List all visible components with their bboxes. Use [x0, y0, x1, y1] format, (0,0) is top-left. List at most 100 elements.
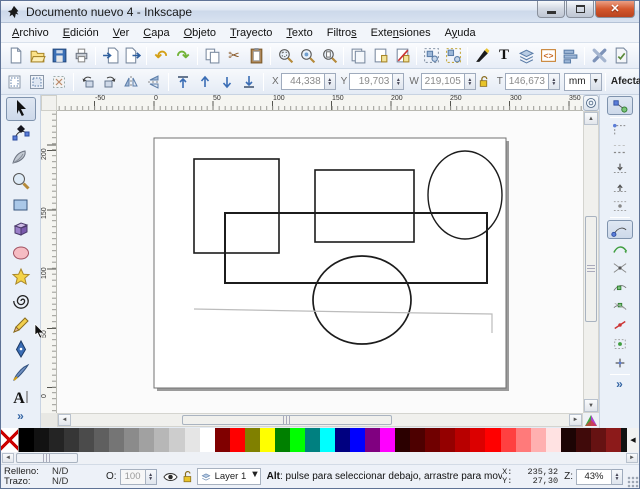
tool-zoom[interactable] — [6, 169, 36, 193]
text-dialog-button[interactable]: T — [493, 45, 515, 67]
snap-bbox-centers-button[interactable] — [607, 196, 633, 215]
flip-vertical-button[interactable] — [143, 71, 165, 93]
menu-item-texto[interactable]: Texto — [279, 24, 319, 42]
select-all-layers-button[interactable] — [26, 71, 48, 93]
snap-cusp-nodes-button[interactable] — [607, 277, 633, 296]
menu-item-edicion[interactable]: Edición — [56, 24, 106, 42]
palette-swatch-16[interactable] — [260, 428, 275, 452]
zoom-field[interactable]: 43% — [576, 469, 612, 485]
palette-swatch-20[interactable] — [320, 428, 335, 452]
y-field-spinner[interactable]: ▲▼ — [393, 73, 404, 90]
sticky-zoom-button[interactable] — [583, 95, 599, 111]
undo-button[interactable]: ↶ — [150, 45, 172, 67]
snap-bbox-corners-button[interactable] — [607, 158, 633, 177]
canvas-viewport[interactable] — [57, 111, 583, 413]
open-document-button[interactable] — [26, 45, 48, 67]
units-dropdown-arrow[interactable]: ▼ — [590, 74, 601, 90]
palette-swatch-19[interactable] — [305, 428, 320, 452]
tool-bezier-pen[interactable] — [6, 337, 36, 361]
snap-nodes-button[interactable] — [607, 220, 633, 239]
opacity-field[interactable]: 100 — [120, 469, 146, 485]
print-button[interactable] — [70, 45, 92, 67]
snap-enable-button[interactable] — [607, 96, 633, 115]
ruler-vertical[interactable]: 200150100500 — [41, 111, 57, 413]
menu-item-filtros[interactable]: Filtros — [320, 24, 364, 42]
snap-bbox-edge-midpoints-button[interactable] — [607, 177, 633, 196]
opacity-spinner[interactable]: ▲▼ — [146, 469, 157, 485]
w-field[interactable]: 219,105 — [421, 73, 465, 90]
maximize-button[interactable] — [566, 1, 594, 18]
resize-grip[interactable] — [627, 476, 639, 488]
menu-item-objeto[interactable]: Objeto — [177, 24, 223, 42]
snap-smooth-nodes-button[interactable] — [607, 296, 633, 315]
palette-swatch-21[interactable] — [335, 428, 350, 452]
rotate-cw-button[interactable] — [99, 71, 121, 93]
palette-swatch-2[interactable] — [49, 428, 64, 452]
ruler-horizontal[interactable]: -50050100150200250300350 — [57, 95, 583, 111]
palette-swatch-23[interactable] — [365, 428, 380, 452]
snap-bounding-box-button[interactable] — [607, 120, 633, 139]
document-properties-button[interactable] — [610, 45, 632, 67]
tool-selector[interactable] — [6, 97, 36, 121]
vertical-scrollbar[interactable]: ▲ ▼ — [583, 111, 599, 413]
import-button[interactable] — [99, 45, 121, 67]
export-button[interactable] — [121, 45, 143, 67]
palette-swatch-6[interactable] — [109, 428, 124, 452]
palette-swatch-8[interactable] — [139, 428, 154, 452]
duplicate-button[interactable] — [347, 45, 369, 67]
save-document-button[interactable] — [48, 45, 70, 67]
minimize-button[interactable] — [537, 1, 565, 18]
snap-line-midpoints-button[interactable] — [607, 315, 633, 334]
snap-toolbar-overflow-button[interactable]: » — [616, 377, 623, 391]
layers-dialog-button[interactable] — [515, 45, 537, 67]
horizontal-scrollbar-thumb[interactable] — [182, 415, 392, 425]
unlink-clone-button[interactable] — [391, 45, 413, 67]
zoom-page-button[interactable] — [318, 45, 340, 67]
tool-ellipse[interactable] — [6, 241, 36, 265]
layer-visibility-toggle[interactable] — [163, 471, 178, 483]
palette-scrollbar-thumb[interactable] — [16, 453, 78, 463]
menu-item-trayecto[interactable]: Trayecto — [223, 24, 279, 42]
palette-swatch-0[interactable] — [19, 428, 34, 452]
snap-bbox-edges-button[interactable] — [607, 139, 633, 158]
flip-horizontal-button[interactable] — [121, 71, 143, 93]
tool-node-editor[interactable] — [6, 121, 36, 145]
palette-swatch-14[interactable] — [230, 428, 245, 452]
create-clone-button[interactable] — [369, 45, 391, 67]
lower-button[interactable] — [216, 71, 238, 93]
palette-swatch-24[interactable] — [380, 428, 395, 452]
layer-lock-toggle[interactable] — [181, 470, 193, 483]
horizontal-scrollbar[interactable]: ◄ ► — [57, 413, 583, 427]
inkscape-preferences-button[interactable] — [588, 45, 610, 67]
palette-swatch-5[interactable] — [94, 428, 109, 452]
palette-swatch-11[interactable] — [185, 428, 200, 452]
palette-swatch-none[interactable] — [1, 428, 19, 452]
palette-swatch-10[interactable] — [169, 428, 184, 452]
paste-button[interactable] — [245, 45, 267, 67]
palette-swatch-27[interactable] — [425, 428, 440, 452]
w-field-spinner[interactable]: ▲▼ — [465, 73, 476, 90]
redo-button[interactable]: ↷ — [172, 45, 194, 67]
tool-star[interactable] — [6, 265, 36, 289]
x-field[interactable]: 44,338 — [281, 73, 325, 90]
palette-swatch-35[interactable] — [546, 428, 561, 452]
palette-swatch-34[interactable] — [531, 428, 546, 452]
h-field[interactable]: 146,673 — [505, 73, 549, 90]
snap-rotation-centers-button[interactable] — [607, 353, 633, 372]
lock-ratio-button[interactable] — [476, 71, 492, 93]
zoom-selection-button[interactable] — [274, 45, 296, 67]
group-button[interactable] — [420, 45, 442, 67]
palette-swatch-4[interactable] — [79, 428, 94, 452]
ungroup-button[interactable] — [442, 45, 464, 67]
palette-swatch-36[interactable] — [561, 428, 576, 452]
h-field-spinner[interactable]: ▲▼ — [549, 73, 560, 90]
raise-to-top-button[interactable] — [172, 71, 194, 93]
scroll-down-arrow[interactable]: ▼ — [584, 399, 598, 412]
palette-swatch-38[interactable] — [591, 428, 606, 452]
tool-box-3d[interactable] — [6, 217, 36, 241]
palette-swatch-39[interactable] — [606, 428, 621, 452]
close-button[interactable]: ✕ — [595, 1, 635, 18]
snap-object-centers-button[interactable] — [607, 334, 633, 353]
palette-swatch-17[interactable] — [275, 428, 290, 452]
cut-button[interactable]: ✂ — [223, 45, 245, 67]
